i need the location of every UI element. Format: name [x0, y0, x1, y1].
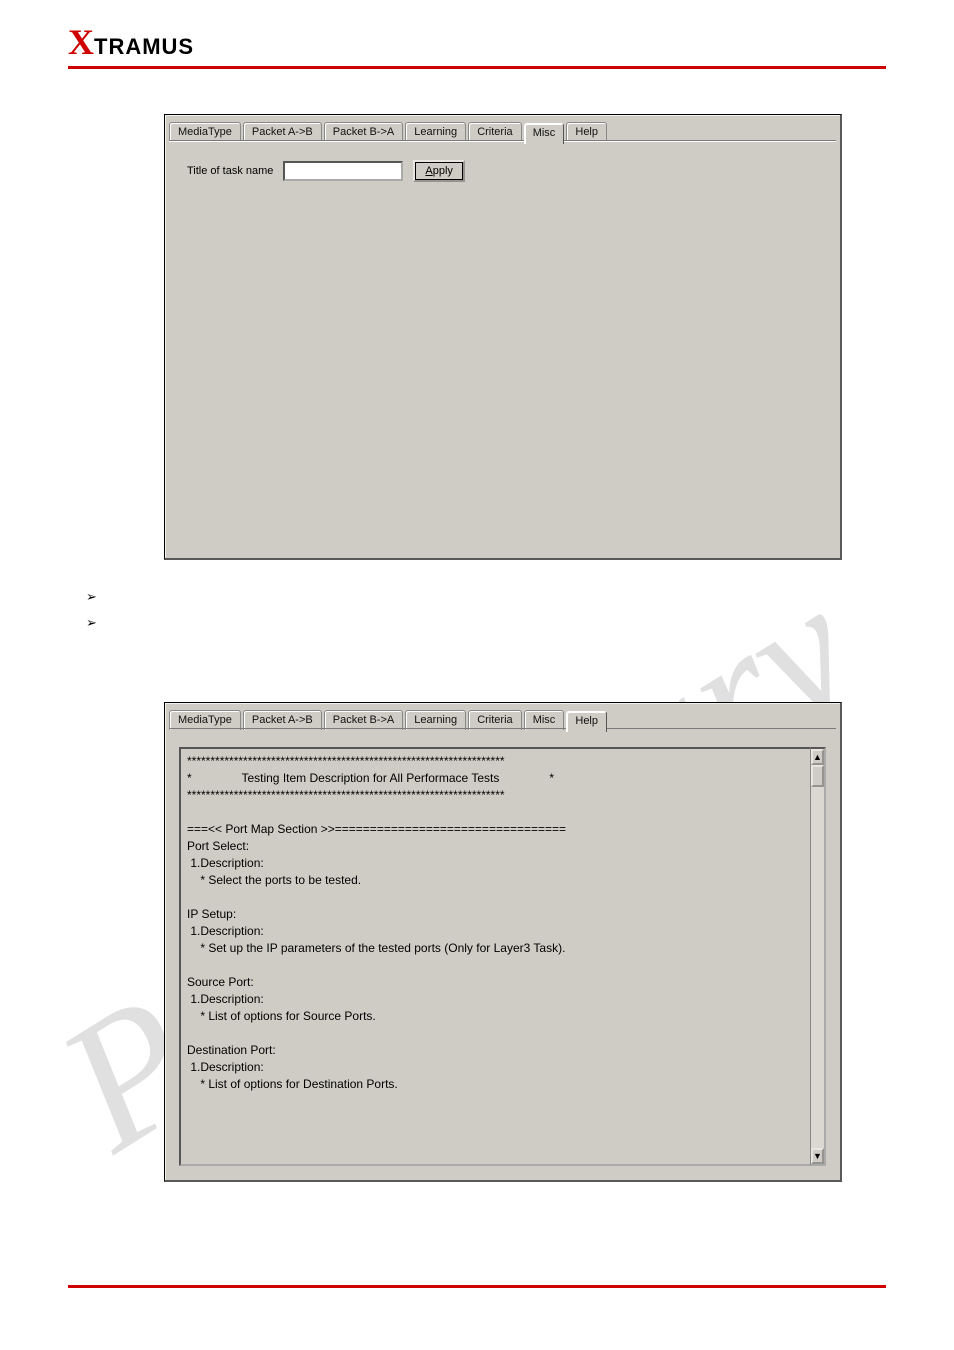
task-name-input[interactable] [283, 161, 403, 181]
tab-label: Packet B->A [333, 126, 394, 138]
tab-label: Help [575, 126, 598, 138]
page-header: X TRAMUS [68, 24, 886, 69]
help-text: ****************************************… [187, 753, 818, 1093]
bullet-2: ➢ [86, 610, 97, 636]
tab-criteria-2[interactable]: Criteria [468, 710, 521, 730]
tab-strip-1: MediaType Packet A->B Packet B->A Learni… [165, 115, 840, 141]
tab-mediatype[interactable]: MediaType [169, 122, 241, 142]
tab-packet-b-a[interactable]: Packet B->A [324, 122, 403, 142]
tab-misc[interactable]: Misc [524, 123, 565, 144]
tab-label: Learning [414, 714, 457, 726]
help-text-box: ****************************************… [179, 747, 826, 1166]
bullet-list: ➢ ➢ [86, 584, 97, 636]
tab-learning[interactable]: Learning [405, 122, 466, 142]
arrow-down-icon: ▼ [813, 1151, 822, 1161]
tab-label: Packet A->B [252, 126, 313, 138]
tab-strip-2: MediaType Packet A->B Packet B->A Learni… [165, 703, 840, 729]
footer-rule [68, 1285, 886, 1288]
dialog-help: MediaType Packet A->B Packet B->A Learni… [164, 702, 842, 1182]
tab-packet-a-b[interactable]: Packet A->B [243, 122, 322, 142]
tab-packet-b-a-2[interactable]: Packet B->A [324, 710, 403, 730]
scroll-up-button[interactable]: ▲ [811, 749, 824, 765]
tab-label: MediaType [178, 126, 232, 138]
tab-label: Packet A->B [252, 714, 313, 726]
apply-hotkey: A [425, 165, 432, 177]
arrow-up-icon: ▲ [813, 752, 822, 762]
scroll-down-button[interactable]: ▼ [811, 1148, 824, 1164]
tab-label: Misc [533, 127, 556, 139]
tab-underline [169, 140, 836, 141]
tab-help-2[interactable]: Help [566, 711, 607, 732]
scroll-thumb[interactable] [811, 765, 824, 787]
apply-rest: pply [433, 165, 453, 177]
task-name-row: Title of task name Apply [187, 160, 818, 182]
tab-underline-2 [169, 728, 836, 729]
tab-label: Learning [414, 126, 457, 138]
tab-label: Criteria [477, 126, 512, 138]
tab-help[interactable]: Help [566, 122, 607, 142]
tab-label: MediaType [178, 714, 232, 726]
tab-criteria[interactable]: Criteria [468, 122, 521, 142]
logo-text: TRAMUS [94, 36, 194, 58]
bullet-1: ➢ [86, 584, 97, 610]
tab-label: Help [575, 715, 598, 727]
tab-label: Misc [533, 714, 556, 726]
scroll-track[interactable] [811, 765, 824, 1148]
tab-packet-a-b-2[interactable]: Packet A->B [243, 710, 322, 730]
tab-label: Packet B->A [333, 714, 394, 726]
tab-mediatype-2[interactable]: MediaType [169, 710, 241, 730]
logo-x: X [68, 24, 94, 60]
tab-misc-2[interactable]: Misc [524, 710, 565, 730]
apply-button[interactable]: Apply [413, 160, 465, 182]
help-scrollbar[interactable]: ▲ ▼ [810, 747, 826, 1166]
logo: X TRAMUS [68, 24, 886, 60]
tab-learning-2[interactable]: Learning [405, 710, 466, 730]
misc-body: Title of task name Apply [169, 141, 836, 552]
tab-label: Criteria [477, 714, 512, 726]
task-name-label: Title of task name [187, 165, 273, 177]
dialog-misc: MediaType Packet A->B Packet B->A Learni… [164, 114, 842, 560]
header-rule [68, 66, 886, 69]
